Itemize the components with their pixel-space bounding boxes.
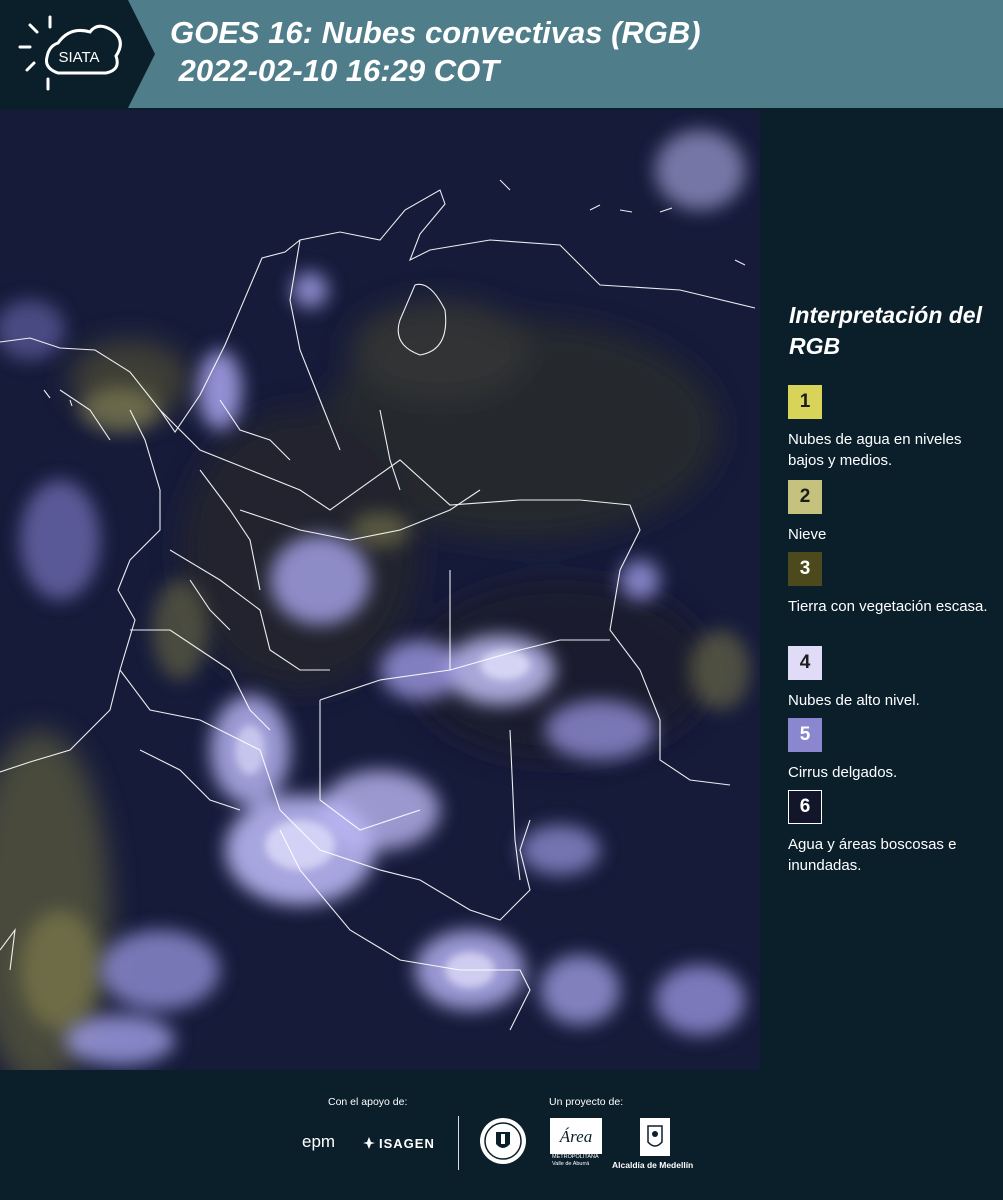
footer: Con el apoyo de: Un proyecto de: epm ISA… (0, 1070, 1003, 1200)
legend-item-5: 5 Cirrus delgados. (788, 718, 993, 783)
legend-swatch-4: 4 (788, 646, 822, 680)
universidad-seal-logo (478, 1116, 528, 1166)
legend-item-3: 3 Tierra con vegetación escasa. (788, 552, 993, 617)
legend-panel: Interpretación del RGB 1 Nubes de agua e… (760, 110, 1003, 1070)
area-metropolitana-text: METROPOLITANA Valle de Aburrá (552, 1154, 599, 1168)
legend-description-6: Agua y áreas boscosas e inundadas. (788, 836, 957, 874)
legend-swatch-1: 1 (788, 385, 822, 419)
legend-swatch-6: 6 (788, 790, 822, 824)
isagen-logo-text: ISAGEN (379, 1136, 435, 1151)
title-line-1: GOES 16: Nubes convectivas (RGB) (170, 15, 701, 50)
siata-logo: SIATA (0, 0, 155, 108)
support-label: Con el apoyo de: (328, 1096, 408, 1108)
legend-description-4: Nubes de alto nivel. (788, 692, 920, 709)
alcaldia-text: Alcaldía de Medellín (612, 1160, 694, 1170)
satellite-rgb-map (0, 110, 760, 1070)
legend-item-6: 6 Agua y áreas boscosas e inundadas. (788, 790, 993, 876)
page-title: GOES 16: Nubes convectivas (RGB) 2022-02… (170, 14, 701, 90)
isagen-logo: ISAGEN (362, 1134, 435, 1151)
legend-description-5: Cirrus delgados. (788, 764, 898, 781)
siata-logo-text: SIATA (58, 49, 99, 66)
legend-description-3: Tierra con vegetación escasa. (788, 598, 988, 615)
svg-text:Área: Área (559, 1127, 592, 1146)
area-line-1: METROPOLITANA (552, 1154, 599, 1160)
project-label: Un proyecto de: (549, 1096, 624, 1108)
legend-item-2: 2 Nieve (788, 480, 993, 545)
legend-swatch-3: 3 (788, 552, 822, 586)
area-line-2: Valle de Aburrá (552, 1161, 590, 1167)
legend-title: Interpretación del RGB (789, 302, 982, 359)
legend-item-1: 1 Nubes de agua en niveles bajos y medio… (788, 385, 993, 471)
legend-description-1: Nubes de agua en niveles bajos y medios. (788, 431, 962, 469)
legend-item-4: 4 Nubes de alto nivel. (788, 646, 993, 711)
footer-divider (458, 1116, 459, 1170)
epm-logo: epm (302, 1132, 336, 1151)
legend-swatch-5: 5 (788, 718, 822, 752)
title-line-2: 2022-02-10 16:29 COT (170, 53, 500, 88)
alcaldia-shield-icon (640, 1118, 670, 1156)
isagen-icon (362, 1136, 376, 1150)
legend-description-2: Nieve (788, 526, 827, 543)
header-bar: SIATA GOES 16: Nubes convectivas (RGB) 2… (0, 0, 1003, 108)
legend-swatch-2: 2 (788, 480, 822, 514)
